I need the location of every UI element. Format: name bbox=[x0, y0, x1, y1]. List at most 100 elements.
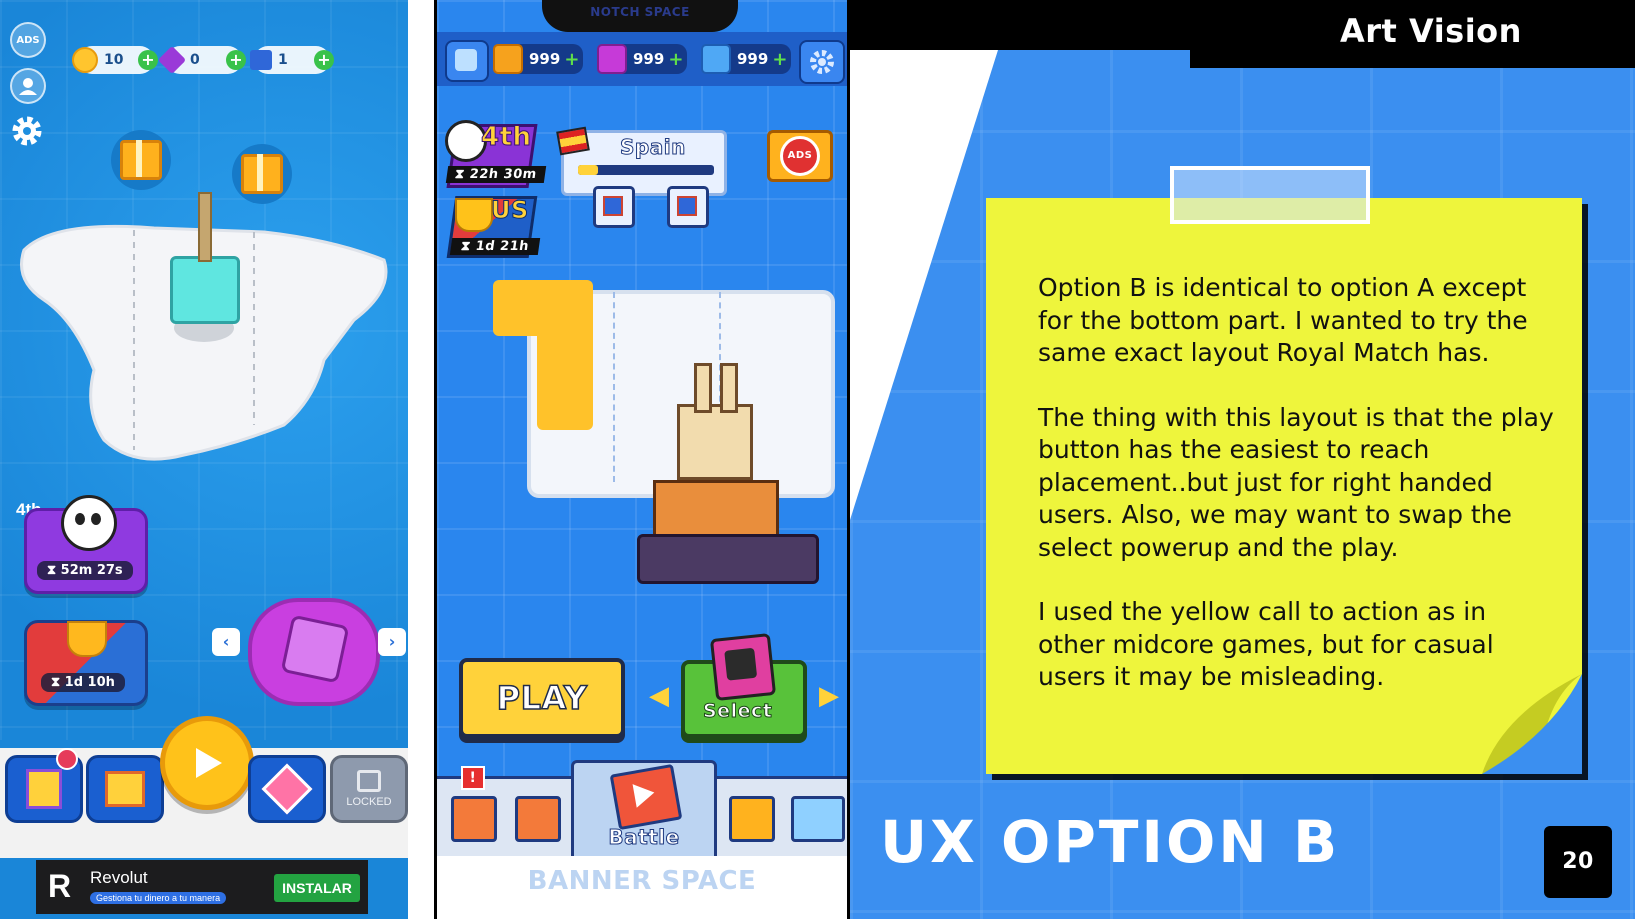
coin-value: 10 bbox=[104, 52, 124, 68]
slide-title: UX OPTION B bbox=[880, 808, 1341, 876]
chevron-left-icon[interactable]: ◀ bbox=[649, 682, 669, 710]
gem-resource[interactable]: 999 + bbox=[597, 44, 687, 74]
bunny-character bbox=[677, 363, 753, 480]
add-coins-icon[interactable]: + bbox=[138, 50, 158, 70]
ticket-resource[interactable]: 999 + bbox=[701, 44, 791, 74]
trophy-icon bbox=[67, 621, 107, 657]
coin-counter[interactable]: 10 + bbox=[72, 46, 158, 74]
gift-icon bbox=[677, 196, 697, 216]
nav-chest-icon[interactable] bbox=[515, 796, 561, 842]
banner-space-label: BANNER SPACE bbox=[527, 866, 757, 896]
sticky-note: Option B is identical to option A except… bbox=[986, 198, 1582, 774]
tape-strip bbox=[1170, 166, 1370, 224]
gift-icon bbox=[603, 196, 623, 216]
milestone-gift[interactable] bbox=[593, 186, 635, 228]
chevron-right-icon[interactable]: ▶ bbox=[819, 682, 839, 710]
play-button[interactable]: PLAY bbox=[459, 658, 625, 738]
coin-block-icon bbox=[493, 44, 523, 74]
gift-icon bbox=[241, 154, 283, 194]
skip-ticket-icon bbox=[250, 50, 272, 70]
ticket-resource-value: 999 bbox=[737, 50, 769, 68]
skip-ticket-counter[interactable]: 1 + bbox=[250, 46, 334, 74]
ad-tagline: Gestiona tu dinero a tu manera bbox=[90, 892, 227, 904]
path-line bbox=[613, 292, 617, 482]
add-skip-tickets-icon[interactable]: + bbox=[314, 50, 334, 70]
add-tickets-icon[interactable]: + bbox=[772, 49, 787, 70]
level-progress-track bbox=[578, 165, 714, 175]
hourglass-icon: ⧗ bbox=[47, 563, 61, 578]
skins-button[interactable] bbox=[86, 755, 164, 823]
coin-resource[interactable]: 999 + bbox=[493, 44, 583, 74]
friend-icon bbox=[455, 49, 477, 71]
shirt-icon bbox=[105, 771, 145, 807]
skull-crate-icon bbox=[709, 633, 777, 701]
settings-gear-icon[interactable] bbox=[10, 114, 44, 148]
notch-area: NOTCH SPACE bbox=[542, 0, 738, 32]
trophy-event-card[interactable]: ⧗ 1d 10h bbox=[24, 620, 148, 706]
notification-dot bbox=[56, 748, 78, 770]
tank-treads bbox=[637, 534, 819, 584]
paint-roller-handle bbox=[198, 192, 212, 262]
settings-gear-icon bbox=[810, 50, 834, 74]
nav-map-icon[interactable] bbox=[791, 796, 845, 842]
nav-battle-tab[interactable]: Battle bbox=[571, 760, 717, 862]
gift-reward-pin[interactable] bbox=[111, 130, 171, 190]
ad-brand: Revolut bbox=[90, 868, 148, 887]
dice-icon bbox=[280, 614, 350, 684]
gem-resource-value: 999 bbox=[633, 50, 665, 68]
rank-timer-value: 52m 27s bbox=[60, 563, 123, 578]
painted-area bbox=[537, 300, 593, 430]
ad-install-button[interactable]: INSTALAR bbox=[274, 874, 360, 902]
shop-icon bbox=[26, 769, 62, 809]
cube-character bbox=[170, 256, 240, 324]
milestone-gift[interactable] bbox=[667, 186, 709, 228]
gem-block-icon bbox=[597, 44, 627, 74]
chevron-left-icon[interactable]: ‹ bbox=[212, 628, 240, 656]
add-gems-icon[interactable]: + bbox=[226, 50, 246, 70]
gift-reward-pin[interactable] bbox=[232, 144, 292, 204]
revolut-logo-icon: R bbox=[48, 868, 72, 904]
settings-button[interactable] bbox=[799, 40, 845, 84]
spain-flag-icon bbox=[556, 126, 590, 156]
rank-timer: ⧗ 52m 27s bbox=[37, 561, 133, 580]
note-paragraph: I used the yellow call to action as in o… bbox=[1038, 597, 1494, 691]
us-badge-timer: ⧗ 1d 21h bbox=[449, 238, 541, 255]
remove-ads-button[interactable]: ADS bbox=[767, 130, 833, 182]
hourglass-icon: ⧗ bbox=[51, 675, 65, 690]
rank-badge-label: 4th bbox=[481, 122, 532, 153]
ads-off-icon[interactable]: ADS bbox=[10, 22, 46, 58]
level-country-label: Spain bbox=[620, 135, 686, 160]
lock-icon bbox=[357, 770, 381, 792]
locked-label: LOCKED bbox=[346, 796, 392, 808]
select-label: Select bbox=[702, 700, 773, 723]
play-icon bbox=[196, 748, 222, 778]
powerup-bubble[interactable] bbox=[248, 598, 380, 706]
profile-icon[interactable] bbox=[10, 68, 46, 104]
upgrade-button[interactable] bbox=[248, 755, 326, 823]
trophy-timer: ⧗ 1d 10h bbox=[41, 673, 125, 692]
level-progress-fill bbox=[578, 165, 599, 175]
battle-icon bbox=[609, 763, 683, 831]
note-paragraph: The thing with this layout is that the p… bbox=[1038, 402, 1554, 562]
locked-button[interactable]: LOCKED bbox=[330, 755, 408, 823]
coin-icon bbox=[72, 47, 98, 73]
rank-event-card[interactable]: ⧗ 52m 27s bbox=[24, 495, 148, 594]
page-number: 20 bbox=[1544, 826, 1612, 898]
flag-ticket-icon bbox=[701, 44, 731, 74]
presentation-slide: Art Vision Option B is identical to opti… bbox=[850, 0, 1635, 919]
nav-powerups-icon[interactable] bbox=[729, 796, 775, 842]
ad-banner[interactable]: R Revolut Gestiona tu dinero a tu manera… bbox=[36, 860, 368, 914]
add-coins-icon[interactable]: + bbox=[564, 49, 579, 70]
add-friend-button[interactable] bbox=[445, 40, 489, 82]
rank-badge-timer: ⧗ 22h 30m bbox=[445, 166, 546, 183]
note-curled-corner bbox=[1482, 674, 1582, 774]
chevron-right-icon[interactable]: › bbox=[378, 628, 406, 656]
skull-icon bbox=[61, 495, 117, 551]
skip-ticket-value: 1 bbox=[278, 52, 288, 68]
us-badge-timer-value: 1d 21h bbox=[474, 239, 530, 254]
nav-shop-icon[interactable] bbox=[451, 796, 497, 842]
add-gems-icon[interactable]: + bbox=[668, 49, 683, 70]
play-button[interactable] bbox=[160, 716, 254, 810]
gem-counter[interactable]: 0 + bbox=[157, 45, 246, 75]
left-phone-screen: ADS 10 + 0 + 1 + 4th ⧗ 52m 27s ⧗ 1d 10h … bbox=[0, 0, 408, 919]
